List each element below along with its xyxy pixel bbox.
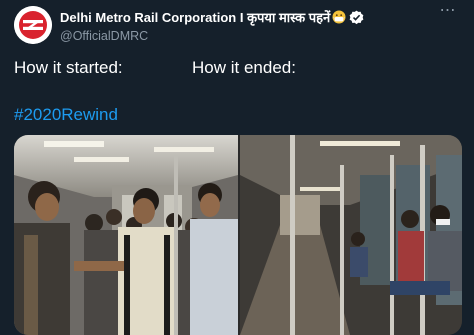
photo-crowded-metro[interactable] <box>14 135 238 335</box>
display-name-row: Delhi Metro Rail Corporation I कृपया मास… <box>60 8 420 26</box>
dmrc-logo-icon <box>14 6 52 44</box>
author-names: Delhi Metro Rail Corporation I कृपया मास… <box>60 8 420 43</box>
author-handle[interactable]: @OfficialDMRC <box>60 29 420 43</box>
sparse-metro-image <box>240 135 462 335</box>
tweet-text-started: How it started: <box>14 58 123 77</box>
tweet-header: Delhi Metro Rail Corporation I कृपया मास… <box>14 3 460 46</box>
verified-badge-icon <box>349 10 364 25</box>
crowded-metro-image <box>14 135 238 335</box>
mask-emoji-icon <box>332 10 346 24</box>
tweet-text-ended: How it ended: <box>192 58 296 77</box>
tweet-media <box>14 135 462 335</box>
hashtag-link[interactable]: #2020Rewind <box>14 105 118 125</box>
photo-sparse-metro[interactable] <box>240 135 462 335</box>
more-options-icon[interactable]: ⋯ <box>436 3 460 24</box>
avatar[interactable] <box>14 6 52 44</box>
display-name[interactable]: Delhi Metro Rail Corporation I कृपया मास… <box>60 8 330 26</box>
